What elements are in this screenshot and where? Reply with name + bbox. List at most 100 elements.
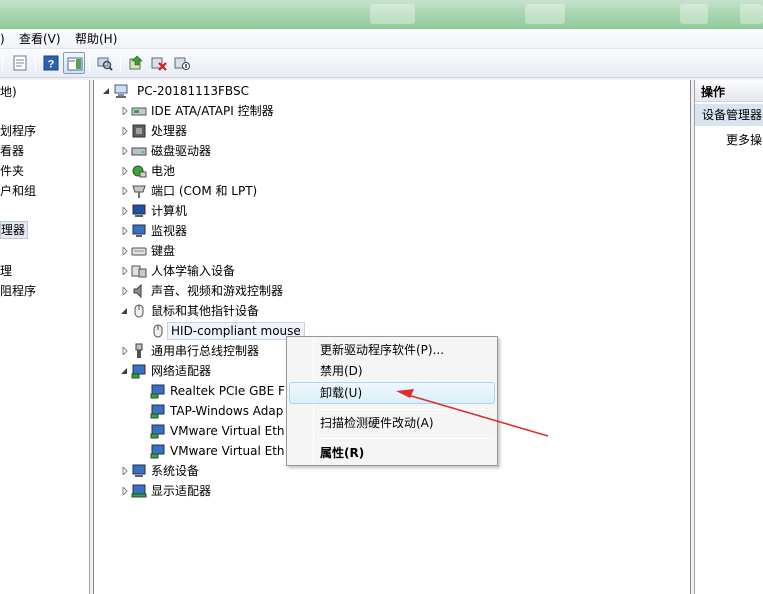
expand-arrow-icon[interactable] — [121, 347, 129, 355]
context-menu: 更新驱动程序软件(P)... 禁用(D) 卸载(U) 扫描检测硬件改动(A) 属… — [286, 336, 498, 466]
tree-node-label: 处理器 — [151, 124, 188, 138]
titlebar-highlight — [525, 4, 565, 24]
speaker-icon — [133, 283, 142, 299]
processor-icon — [132, 124, 146, 138]
uninstall-button[interactable] — [148, 52, 170, 74]
disable-device-icon — [174, 57, 190, 70]
menu-update-driver[interactable]: 更新驱动程序软件(P)... — [289, 339, 495, 361]
toolbar-separator — [2, 54, 3, 72]
collapse-arrow-icon[interactable] — [121, 367, 129, 375]
titlebar-highlight — [370, 4, 415, 24]
nav-item-local[interactable]: 地) — [0, 83, 17, 101]
computer-icon — [132, 204, 146, 217]
nav-item-disk-management[interactable]: 理 — [0, 262, 12, 280]
nav-item-services-apps[interactable]: 阻程序 — [0, 282, 36, 300]
menu-action[interactable]: ) — [0, 31, 5, 47]
menu-bar: ) 查看(V) 帮助(H) — [0, 29, 763, 49]
collapse-arrow-icon[interactable] — [103, 87, 111, 95]
nav-item-device-manager[interactable]: 理器 — [0, 221, 29, 239]
expand-arrow-icon[interactable] — [121, 487, 129, 495]
help-icon: ? — [43, 55, 59, 71]
nav-item-users-groups[interactable]: 户和组 — [0, 182, 36, 200]
expand-arrow-icon[interactable] — [121, 107, 129, 115]
disable-button[interactable] — [171, 52, 193, 74]
update-driver-icon — [129, 55, 143, 70]
system-device-icon — [132, 464, 146, 477]
tree-node-label: 磁盘驱动器 — [151, 144, 212, 158]
tree-device-label: Realtek PCIe GBE F — [170, 384, 285, 398]
expand-arrow-icon[interactable] — [121, 127, 129, 135]
tree-device-label: VMware Virtual Eth — [170, 444, 285, 458]
nav-item-task-scheduler[interactable]: 划程序 — [0, 122, 36, 140]
expand-arrow-icon[interactable] — [121, 207, 129, 215]
display-adapter-icon — [131, 484, 147, 498]
titlebar-highlight — [740, 4, 763, 24]
usb-icon — [135, 343, 143, 358]
scan-hardware-icon — [97, 57, 113, 71]
update-driver-button[interactable] — [125, 52, 147, 74]
tree-node-label: 人体学输入设备 — [151, 264, 236, 278]
menu-properties[interactable]: 属性(R) — [289, 442, 495, 464]
hid-icon — [131, 265, 147, 278]
actions-device-manager[interactable]: 设备管理器 — [695, 104, 763, 126]
nav-item-shared-folders[interactable]: 件夹 — [0, 162, 24, 180]
properties-button[interactable] — [9, 52, 31, 74]
menu-uninstall[interactable]: 卸载(U) — [289, 382, 495, 404]
expand-arrow-icon[interactable] — [121, 167, 129, 175]
action-pane-icon — [67, 57, 83, 71]
expand-arrow-icon[interactable] — [121, 287, 129, 295]
show-hide-action-pane-button[interactable] — [63, 52, 85, 74]
tree-device-label-selected: HID-compliant mouse — [167, 322, 305, 340]
expand-arrow-icon[interactable] — [121, 147, 129, 155]
disk-drive-icon — [131, 147, 147, 156]
menu-disable[interactable]: 禁用(D) — [289, 360, 495, 382]
expand-arrow-icon[interactable] — [121, 187, 129, 195]
scan-hardware-button[interactable] — [94, 52, 116, 74]
keyboard-icon — [131, 247, 147, 256]
window-titlebar[interactable] — [0, 0, 763, 29]
tree-node-label: 监视器 — [151, 224, 188, 238]
tree-node-label: 网络适配器 — [151, 364, 212, 378]
network-card-icon — [150, 444, 165, 459]
tree-node-label: 声音、视频和游戏控制器 — [151, 284, 284, 298]
properties-icon — [13, 55, 27, 71]
expand-arrow-icon[interactable] — [121, 227, 129, 235]
titlebar-highlight — [680, 4, 708, 24]
menu-scan-hardware[interactable]: 扫描检测硬件改动(A) — [289, 412, 495, 434]
collapse-arrow-icon[interactable] — [121, 307, 129, 315]
svg-text:?: ? — [48, 59, 55, 71]
expand-arrow-icon[interactable] — [121, 467, 129, 475]
network-adapter-icon — [131, 364, 146, 379]
context-menu-separator — [317, 409, 493, 410]
tree-node-label: 键盘 — [151, 244, 176, 258]
actions-pane: 操作 设备管理器 更多操 — [694, 80, 763, 594]
uninstall-icon — [151, 57, 167, 71]
expand-arrow-icon[interactable] — [121, 247, 129, 255]
tree-node-label: 电池 — [151, 164, 176, 178]
menu-help[interactable]: 帮助(H) — [75, 31, 117, 47]
toolbar-separator — [35, 54, 36, 72]
tree-node-label: 显示适配器 — [151, 484, 212, 498]
navigation-pane: 地) 划程序 看器 件夹 户和组 理器 理 阻程序 — [0, 80, 90, 594]
tree-node-label: 计算机 — [151, 204, 188, 218]
ide-controller-icon — [131, 107, 147, 116]
actions-more-link[interactable]: 更多操 — [726, 130, 762, 150]
menu-view[interactable]: 查看(V) — [19, 31, 61, 47]
toolbar: ? — [0, 49, 763, 78]
tree-device-label: VMware Virtual Eth — [170, 424, 285, 438]
mouse-icon — [153, 324, 163, 338]
network-card-icon — [150, 404, 165, 419]
help-button[interactable]: ? — [40, 52, 62, 74]
computer-icon — [114, 84, 128, 98]
network-card-icon — [150, 384, 165, 399]
nav-item-event-viewer[interactable]: 看器 — [0, 142, 24, 160]
tree-node-label: 端口 (COM 和 LPT) — [151, 184, 258, 198]
toolbar-separator — [89, 54, 90, 72]
tree-device-label: TAP-Windows Adap — [170, 404, 284, 418]
mouse-icon — [134, 304, 144, 318]
port-icon — [132, 185, 146, 198]
toolbar-separator — [120, 54, 121, 72]
expand-arrow-icon[interactable] — [121, 267, 129, 275]
actions-header: 操作 — [695, 82, 763, 102]
network-card-icon — [150, 424, 165, 439]
